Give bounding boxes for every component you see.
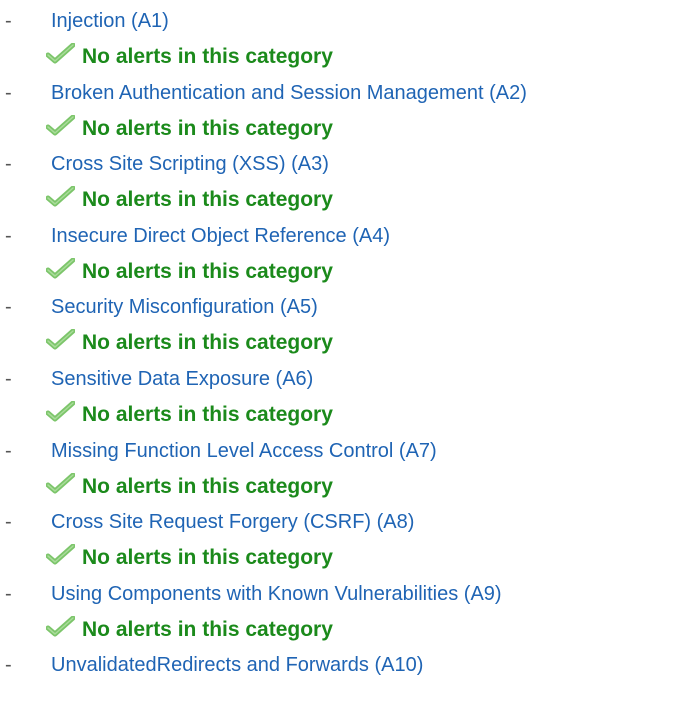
status-row: No alerts in this category (0, 469, 687, 505)
list-bullet: - (5, 439, 12, 462)
category-item: - Cross Site Request Forgery (CSRF) (A8)… (0, 504, 687, 576)
list-bullet: - (5, 10, 12, 32)
status-row: No alerts in this category (0, 111, 687, 147)
status-row: No alerts in this category (0, 39, 687, 75)
category-link-a2[interactable]: Broken Authentication and Session Manage… (51, 75, 527, 111)
category-link-a3[interactable]: Cross Site Scripting (XSS) (A3) (51, 146, 329, 182)
check-icon (46, 186, 75, 207)
status-text: No alerts in this category (82, 188, 333, 212)
category-item: - Broken Authentication and Session Mana… (0, 75, 687, 147)
category-link-a1[interactable]: Injection (A1) (51, 3, 169, 39)
category-link-a8[interactable]: Cross Site Request Forgery (CSRF) (A8) (51, 504, 414, 540)
category-link-a7[interactable]: Missing Function Level Access Control (A… (51, 433, 437, 469)
check-icon (46, 472, 75, 494)
category-item: - Sensitive Data Exposure (A6) No alerts… (0, 361, 687, 433)
category-item: - UnvalidatedRedirects and Forwards (A10… (0, 647, 687, 719)
category-item: - Injection (A1) No alerts in this categ… (0, 3, 687, 75)
list-bullet: - (5, 81, 12, 104)
category-item: - Missing Function Level Access Control … (0, 433, 687, 505)
list-bullet: - (5, 296, 12, 319)
check-icon (46, 257, 75, 279)
category-link-a6[interactable]: Sensitive Data Exposure (A6) (51, 361, 313, 397)
category-item: - Security Misconfiguration (A5) No aler… (0, 289, 687, 361)
category-item: - Using Components with Known Vulnerabil… (0, 576, 687, 648)
category-item: - Cross Site Scripting (XSS) (A3) No ale… (0, 146, 687, 218)
list-bullet: - (5, 582, 12, 605)
list-bullet: - (5, 511, 12, 534)
check-icon (46, 114, 75, 136)
status-row: No alerts in this category (0, 540, 687, 576)
category-link-a9[interactable]: Using Components with Known Vulnerabilit… (51, 576, 502, 612)
category-link-a10[interactable]: UnvalidatedRedirects and Forwards (A10) (51, 647, 423, 683)
list-bullet: - (5, 654, 12, 677)
check-icon (46, 400, 75, 422)
status-row: No alerts in this category (0, 254, 687, 290)
check-icon (46, 329, 75, 350)
list-bullet: - (5, 153, 12, 176)
status-row: No alerts in this category (0, 182, 687, 218)
status-text: No alerts in this category (82, 116, 333, 140)
check-icon (46, 544, 75, 565)
status-text: No alerts in this category (82, 402, 333, 426)
status-text: No alerts in this category (82, 617, 333, 641)
status-text: No alerts in this category (82, 474, 333, 498)
category-link-a4[interactable]: Insecure Direct Object Reference (A4) (51, 218, 390, 254)
check-icon (46, 43, 75, 64)
alert-category-list: - Injection (A1) No alerts in this categ… (0, 3, 687, 719)
check-icon (46, 615, 75, 637)
list-bullet: - (5, 224, 12, 247)
status-row: No alerts in this category (0, 397, 687, 433)
status-text: No alerts in this category (82, 45, 333, 68)
status-text: No alerts in this category (82, 331, 333, 355)
status-row: No alerts in this category (0, 612, 687, 648)
category-link-a5[interactable]: Security Misconfiguration (A5) (51, 289, 318, 325)
category-item: - Insecure Direct Object Reference (A4) … (0, 218, 687, 290)
status-row: No alerts in this category (0, 325, 687, 361)
status-text: No alerts in this category (82, 546, 333, 570)
list-bullet: - (5, 367, 12, 390)
status-text: No alerts in this category (82, 259, 333, 283)
